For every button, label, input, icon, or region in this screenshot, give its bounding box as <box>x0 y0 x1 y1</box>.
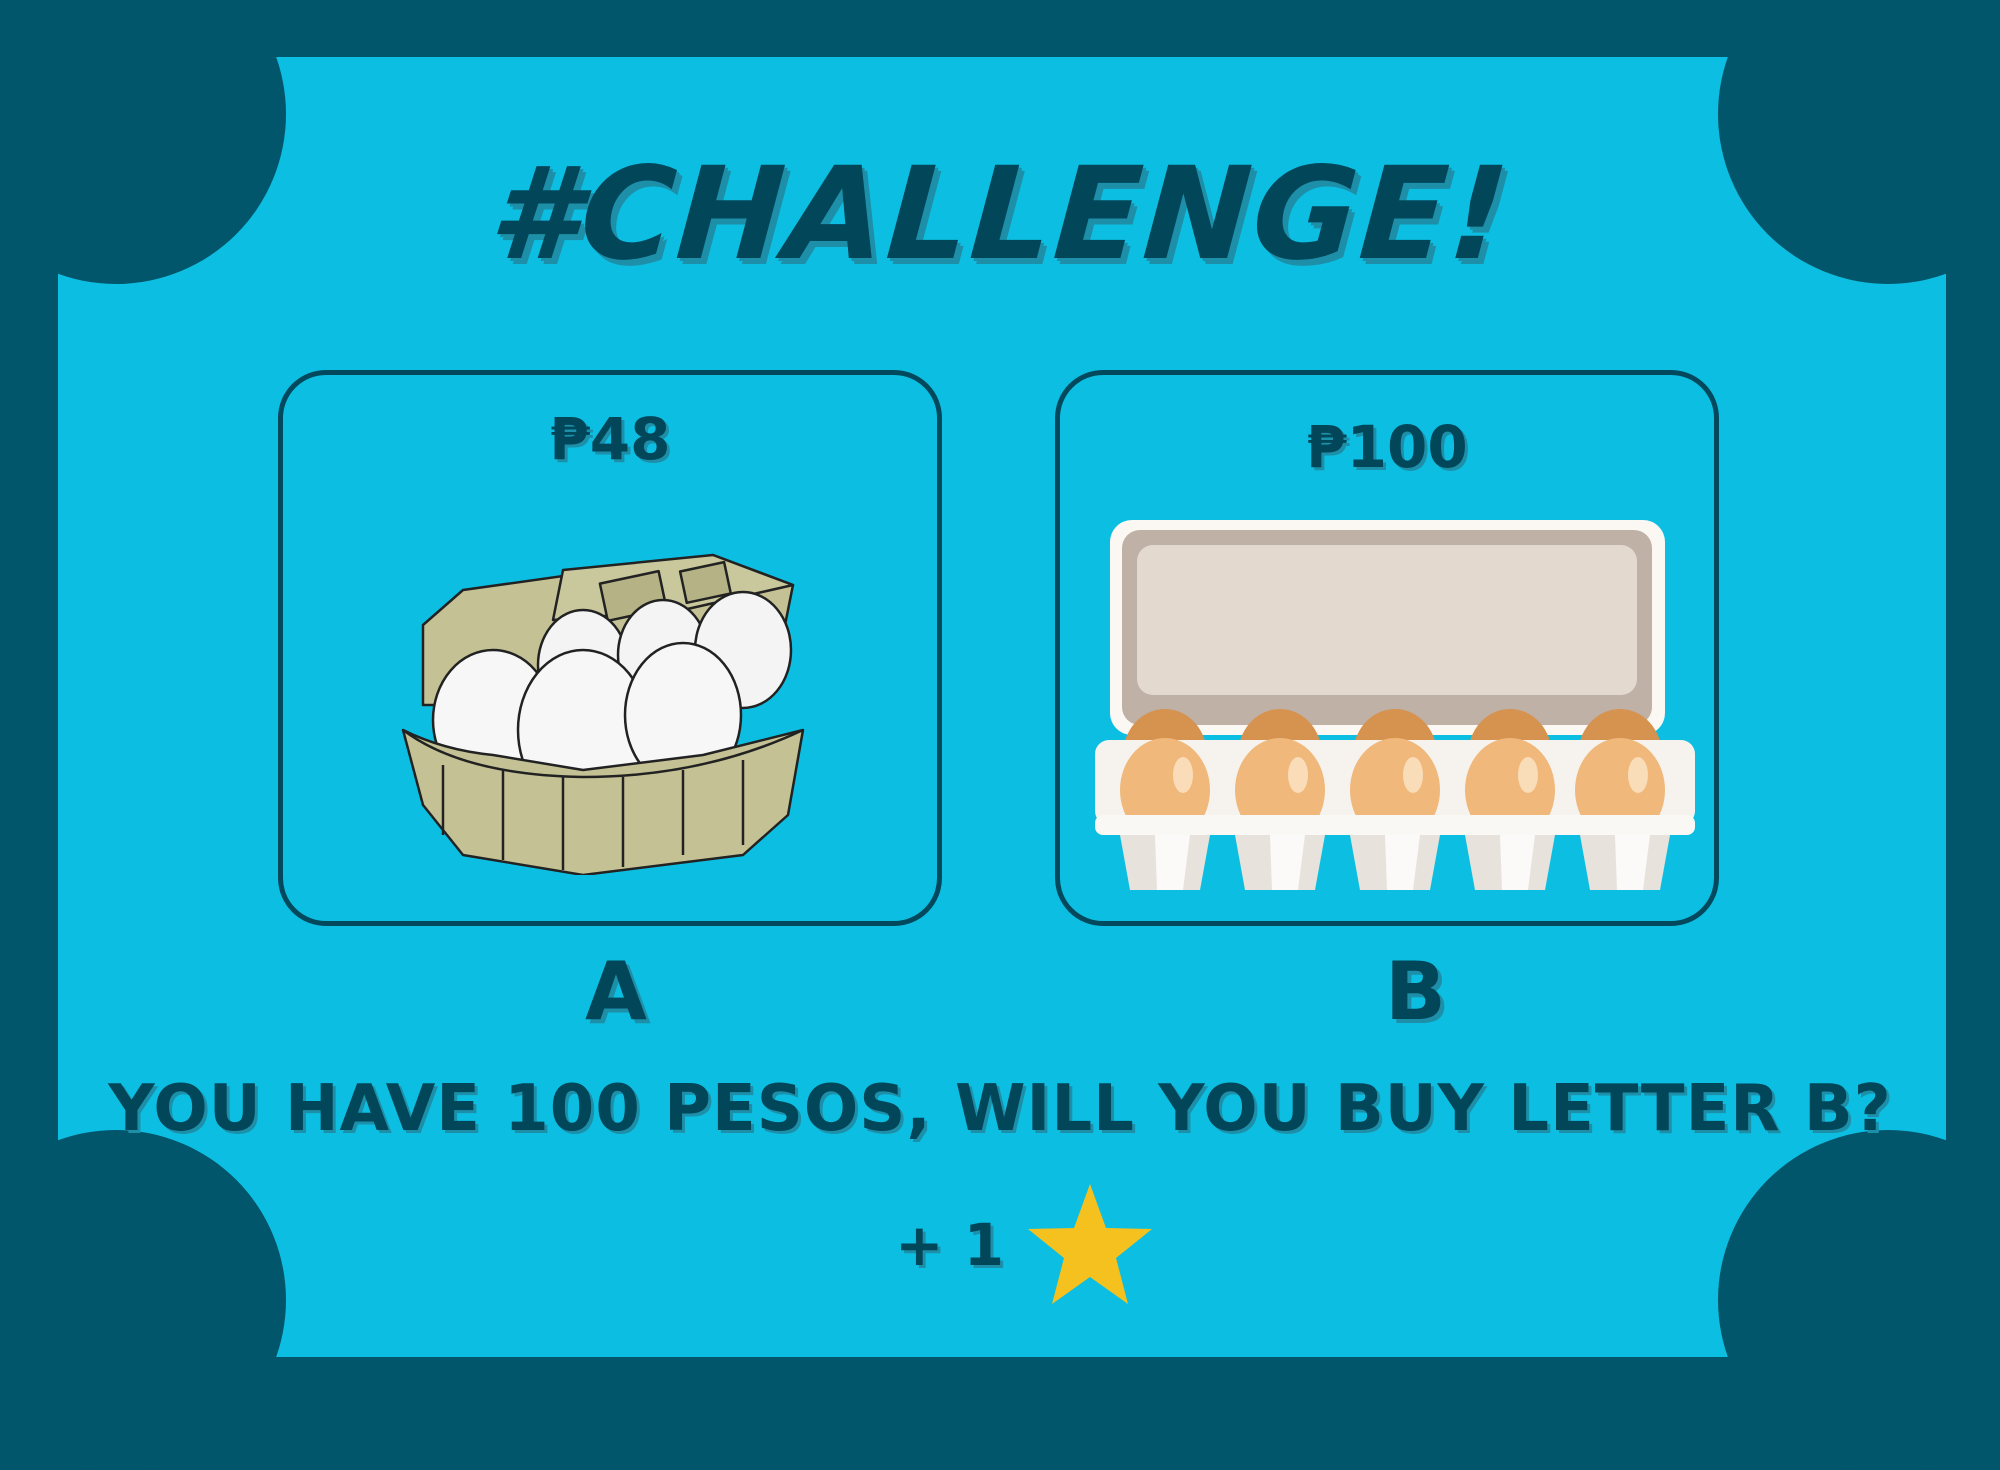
option-b-letter: B <box>1385 945 1446 1038</box>
option-b-card[interactable]: ₱100 <box>1055 370 1719 926</box>
egg-carton-10-brown-icon <box>1095 520 1695 890</box>
egg-carton-6-white-icon <box>401 553 805 875</box>
corner-notch <box>0 1130 286 1470</box>
challenge-question: YOU HAVE 100 PESOS, WILL YOU BUY LETTER … <box>108 1072 1892 1146</box>
option-a-price: ₱48 <box>549 405 671 473</box>
reward-text: + 1 <box>895 1211 1005 1279</box>
corner-notch <box>1718 1130 2000 1470</box>
option-a-card[interactable]: ₱48 <box>278 370 942 926</box>
star-icon <box>1028 1184 1153 1304</box>
page-title: #CHALLENGE! <box>484 140 1516 289</box>
option-a-letter: A <box>585 945 647 1038</box>
option-b-price: ₱100 <box>1306 413 1468 481</box>
reward: + 1 <box>895 1180 1158 1310</box>
